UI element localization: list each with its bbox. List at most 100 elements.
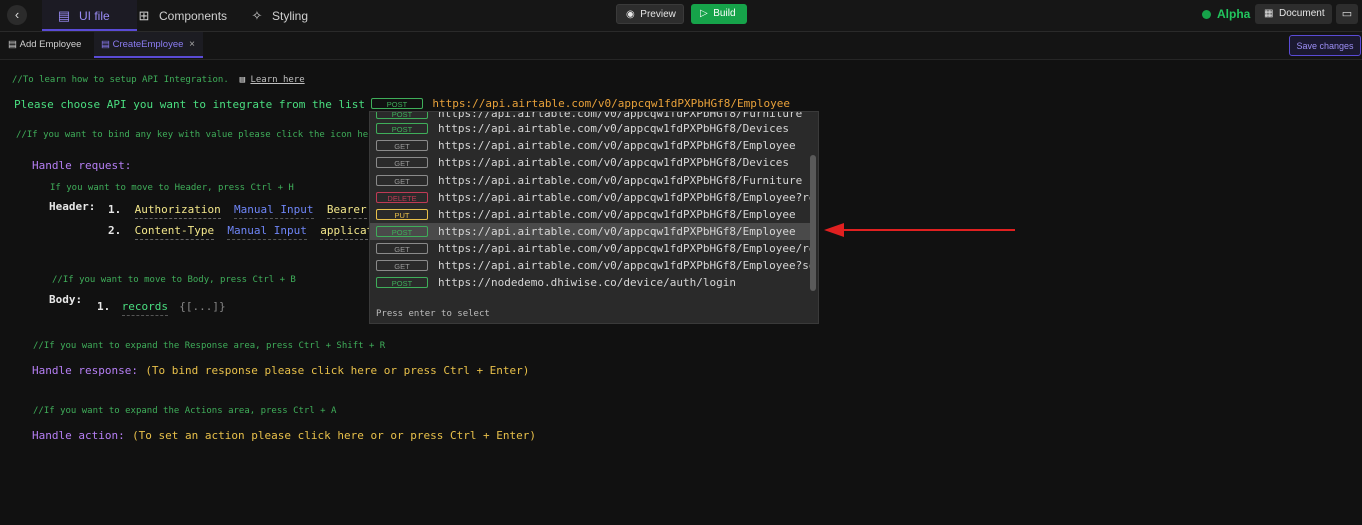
document-button[interactable]: ▦ Document bbox=[1255, 4, 1332, 24]
header-type[interactable]: Manual Input bbox=[227, 224, 307, 240]
document-label: Document bbox=[1279, 8, 1325, 19]
header-key[interactable]: Content-Type bbox=[134, 224, 215, 240]
dropdown-item[interactable]: GET https://api.airtable.com/v0/appcqw1f… bbox=[370, 257, 810, 274]
api-url: https://api.airtable.com/v0/appcqw1fdPXP… bbox=[438, 122, 789, 135]
file-tab-label: CreateEmployee bbox=[112, 39, 184, 50]
row-number: 1. bbox=[108, 203, 122, 216]
grid-icon: ⊞ bbox=[138, 8, 150, 23]
file-icon: ▤ bbox=[101, 39, 110, 50]
handle-action-label: Handle action: bbox=[32, 429, 125, 442]
tab-label: UI file bbox=[79, 9, 110, 23]
status-dot-icon bbox=[1202, 10, 1211, 19]
tab-label: Components bbox=[159, 9, 228, 23]
build-label: Build bbox=[713, 8, 736, 19]
method-badge: GET bbox=[376, 175, 428, 186]
back-button[interactable]: ‹ bbox=[7, 5, 27, 25]
method-badge: GET bbox=[376, 260, 428, 271]
tab-label: Styling bbox=[272, 9, 309, 23]
dropdown-item[interactable]: POST https://api.airtable.com/v0/appcqw1… bbox=[370, 120, 810, 137]
api-url: https://api.airtable.com/v0/appcqw1fdPXP… bbox=[438, 156, 789, 169]
api-dropdown[interactable]: POST https://api.airtable.com/v0/appcqw1… bbox=[369, 111, 819, 324]
header-value[interactable]: applicat bbox=[320, 224, 374, 240]
selected-api-url: https://api.airtable.com/v0/appcqw1fdPXP… bbox=[432, 97, 790, 110]
api-url: https://api.airtable.com/v0/appcqw1fdPXP… bbox=[438, 139, 796, 152]
dropdown-item[interactable]: GET https://api.airtable.com/v0/appcqw1f… bbox=[370, 240, 810, 257]
comment-text: //To learn how to setup API Integration. bbox=[12, 75, 229, 85]
api-url: https://api.airtable.com/v0/appcqw1fdPXP… bbox=[438, 191, 810, 204]
api-url: https://api.airtable.com/v0/appcqw1fdPXP… bbox=[438, 242, 810, 255]
environment-label: Alpha bbox=[1217, 7, 1251, 21]
document-icon: ▦ bbox=[1264, 8, 1274, 19]
environment-status: Alpha bbox=[1202, 0, 1250, 29]
action-hint[interactable]: (To set an action please click here or o… bbox=[132, 429, 536, 442]
file-tab-create-employee[interactable]: ▤ CreateEmployee × bbox=[94, 32, 203, 58]
method-badge: PUT bbox=[376, 209, 428, 220]
learn-comment: //To learn how to setup API Integration.… bbox=[12, 75, 305, 85]
tab-components[interactable]: ⊞ Components bbox=[136, 0, 228, 31]
dropdown-scrollbar[interactable] bbox=[810, 155, 816, 291]
preview-label: Preview bbox=[640, 9, 676, 20]
body-comment: //If you want to move to Body, press Ctr… bbox=[52, 275, 296, 285]
selected-api[interactable]: POST https://api.airtable.com/v0/appcqw1… bbox=[371, 96, 790, 110]
row-number: 1. bbox=[97, 300, 111, 313]
dropdown-item-selected[interactable]: POST https://api.airtable.com/v0/appcqw1… bbox=[370, 223, 810, 240]
header-key[interactable]: Authorization bbox=[134, 203, 221, 219]
file-icon: ▤ bbox=[57, 8, 71, 23]
tab-styling[interactable]: ✧ Styling bbox=[249, 0, 308, 31]
header-row: 2. Content-Type Manual Input applicat bbox=[108, 223, 374, 240]
preview-button[interactable]: ◉ Preview bbox=[616, 4, 684, 24]
choose-api-label: Please choose API you want to integrate … bbox=[14, 98, 365, 111]
close-icon[interactable]: × bbox=[189, 32, 195, 58]
dropdown-footer-hint: Press enter to select bbox=[376, 309, 490, 319]
file-tab-add-employee[interactable]: ▤ Add Employee bbox=[8, 32, 81, 58]
header-row: 1. Authorization Manual Input Bearer bbox=[108, 202, 367, 219]
body-value[interactable]: {[...]} bbox=[179, 300, 225, 313]
dropdown-item[interactable]: PUT https://api.airtable.com/v0/appcqw1f… bbox=[370, 206, 810, 223]
method-badge: GET bbox=[376, 243, 428, 254]
handle-response-label: Handle response: bbox=[32, 364, 138, 377]
header-value[interactable]: Bearer bbox=[326, 203, 367, 219]
file-icon: ▤ bbox=[8, 39, 17, 50]
file-tab-label: Add Employee bbox=[19, 39, 82, 50]
response-hint[interactable]: (To bind response please click here or p… bbox=[145, 364, 529, 377]
chevron-left-icon: ‹ bbox=[14, 7, 20, 22]
top-bar: ‹ ▤ UI file ⊞ Components ✧ Styling ◉ Previe… bbox=[0, 0, 1362, 32]
file-tab-bar: ▤ Add Employee ▤ CreateEmployee × bbox=[0, 32, 1362, 60]
method-badge: GET bbox=[376, 157, 428, 168]
api-url: https://api.airtable.com/v0/appcqw1fdPXP… bbox=[438, 174, 803, 187]
method-badge: POST bbox=[371, 98, 423, 110]
red-arrow-icon bbox=[824, 223, 1015, 237]
learn-here-link[interactable]: Learn here bbox=[250, 75, 304, 85]
api-url: https://nodedemo.dhiwise.co/device/auth/… bbox=[438, 276, 737, 289]
method-badge: GET bbox=[376, 140, 428, 151]
play-icon: ▷ bbox=[700, 8, 708, 19]
actions-comment: //If you want to expand the Actions area… bbox=[33, 406, 337, 416]
body-key[interactable]: records bbox=[121, 300, 168, 316]
tab-ui-file[interactable]: ▤ UI file bbox=[42, 0, 137, 31]
response-comment: //If you want to expand the Response are… bbox=[33, 341, 386, 351]
header-label: Header: bbox=[49, 200, 96, 213]
method-badge: POST bbox=[376, 226, 428, 237]
dropdown-item[interactable]: DELETE https://api.airtable.com/v0/appcq… bbox=[370, 189, 810, 206]
handle-action-row: Handle action: (To set an action please … bbox=[32, 428, 536, 442]
api-url: https://api.airtable.com/v0/appcqw1fdPXP… bbox=[438, 208, 796, 221]
method-badge: POST bbox=[376, 277, 428, 288]
method-badge: DELETE bbox=[376, 192, 428, 203]
magic-wand-icon: ✧ bbox=[251, 8, 263, 23]
eye-icon: ◉ bbox=[626, 9, 635, 20]
handle-response-row: Handle response: (To bind response pleas… bbox=[32, 363, 529, 377]
api-url: https://api.airtable.com/v0/appcqw1fdPXP… bbox=[438, 259, 810, 272]
dropdown-item[interactable]: GET https://api.airtable.com/v0/appcqw1f… bbox=[370, 137, 810, 154]
method-badge: POST bbox=[376, 123, 428, 134]
build-button[interactable]: ▷ Build bbox=[691, 4, 747, 24]
row-number: 2. bbox=[108, 224, 122, 237]
dropdown-item[interactable]: GET https://api.airtable.com/v0/appcqw1f… bbox=[370, 172, 810, 189]
dropdown-item[interactable]: GET https://api.airtable.com/v0/appcqw1f… bbox=[370, 154, 810, 171]
document-icon: ▤ bbox=[234, 75, 246, 85]
chat-button[interactable]: ▭ bbox=[1336, 4, 1358, 24]
api-url: https://api.airtable.com/v0/appcqw1fdPXP… bbox=[438, 225, 796, 238]
header-type[interactable]: Manual Input bbox=[234, 203, 314, 219]
body-label: Body: bbox=[49, 293, 83, 306]
dropdown-item[interactable]: POST https://nodedemo.dhiwise.co/device/… bbox=[370, 274, 810, 291]
save-changes-button[interactable]: Save changes bbox=[1289, 35, 1361, 56]
